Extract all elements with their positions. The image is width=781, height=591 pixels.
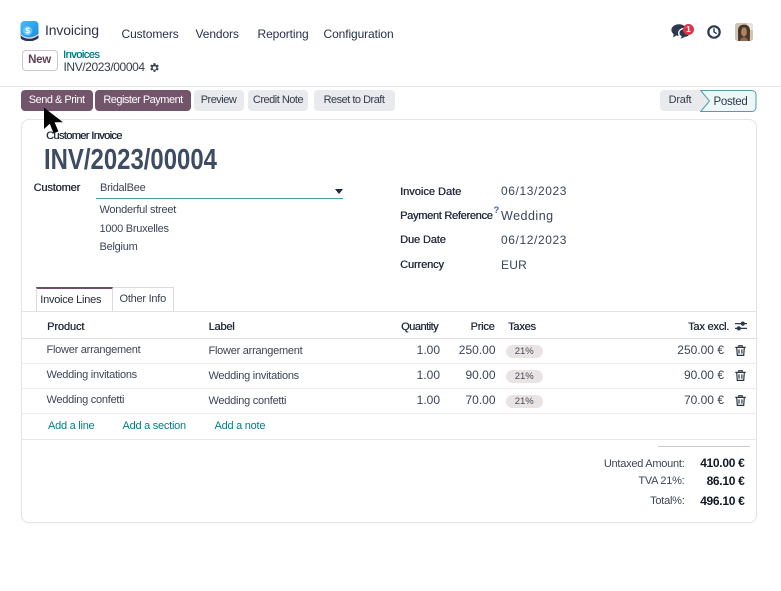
svg-text:$: $ [25, 25, 30, 35]
svg-text:Posted: Posted [713, 96, 747, 108]
